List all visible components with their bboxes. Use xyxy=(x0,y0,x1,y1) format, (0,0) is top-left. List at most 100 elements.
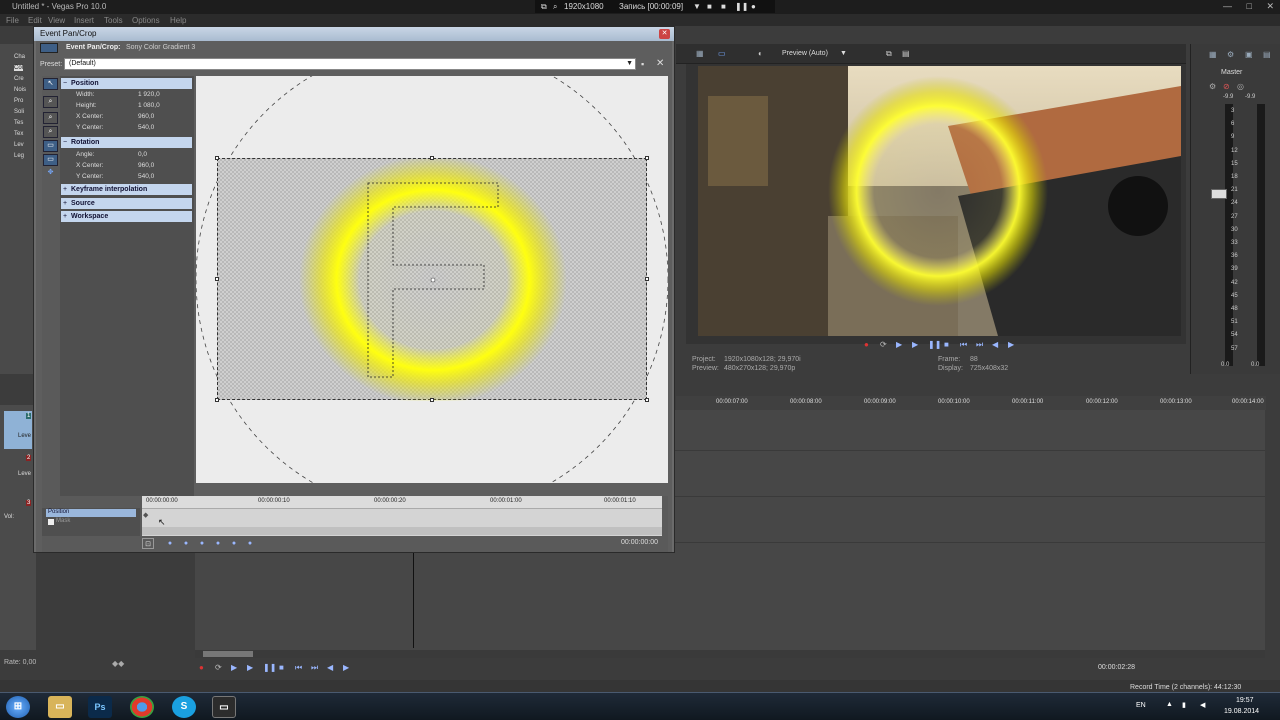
volume-icon[interactable]: ◀ xyxy=(1200,701,1205,709)
menu-file[interactable]: File xyxy=(6,16,19,25)
generator-item[interactable]: Nois xyxy=(14,87,26,93)
menu-help[interactable]: Help xyxy=(170,16,186,25)
timeline-scrollbar[interactable] xyxy=(195,650,1265,658)
magnify-icon[interactable]: ⌕ xyxy=(43,112,58,124)
scrollbar-thumb[interactable] xyxy=(203,651,253,657)
next-frame-icon[interactable]: ▶ xyxy=(1008,340,1014,349)
save-preset-icon[interactable]: ▪ xyxy=(641,59,651,69)
add-keyframe-icon[interactable]: ● xyxy=(196,538,208,549)
external-monitor-icon[interactable]: ▭ xyxy=(718,49,726,58)
resize-handle[interactable] xyxy=(645,156,649,160)
generator-item[interactable]: Tes xyxy=(14,120,23,126)
resize-handle[interactable] xyxy=(645,277,649,281)
zoom-out-icon[interactable]: ⌕ xyxy=(43,126,58,138)
section-workspace[interactable]: + Workspace xyxy=(61,211,192,222)
preview-settings-icon[interactable]: ◐ xyxy=(758,49,763,58)
keyframe-ruler[interactable]: 00:00:00:00 00:00:00:10 00:00:00:20 00:0… xyxy=(142,496,662,508)
crop-frame[interactable] xyxy=(215,156,649,402)
delete-keyframe-icon[interactable]: ● xyxy=(212,538,224,549)
menu-edit[interactable]: Edit xyxy=(28,16,42,25)
resize-handle[interactable] xyxy=(430,156,434,160)
start-button[interactable]: ⊞ xyxy=(6,696,30,718)
generator-item[interactable]: Cre xyxy=(14,76,24,82)
loop-icon[interactable]: ⟳ xyxy=(880,340,887,349)
resize-handle[interactable] xyxy=(215,156,219,160)
chevron-down-icon[interactable]: ▼ xyxy=(626,59,633,69)
play-icon[interactable]: ▶ xyxy=(247,663,253,672)
properties-icon[interactable]: ▦ xyxy=(696,49,704,58)
mixer-tool-icon[interactable]: ▣ xyxy=(1245,50,1253,59)
stop-icon[interactable]: ■ xyxy=(279,663,284,672)
kf-row-mask[interactable]: Mask xyxy=(46,518,136,526)
stop-icon[interactable]: ■ xyxy=(721,2,726,11)
resize-handle[interactable] xyxy=(215,398,219,402)
go-to-end-icon[interactable]: ⏭ xyxy=(311,663,318,673)
grid-icon[interactable]: ▤ xyxy=(902,49,910,58)
preset-select[interactable]: (Default) ▼ xyxy=(64,58,636,70)
dropdown-icon[interactable]: ▼ xyxy=(693,2,701,11)
maximize-icon[interactable]: □ xyxy=(1247,1,1252,11)
volume-fader[interactable] xyxy=(1211,189,1227,199)
record-icon[interactable]: ● xyxy=(199,663,204,672)
camera-icon[interactable]: ■ xyxy=(707,2,712,11)
section-source[interactable]: + Source xyxy=(61,198,192,209)
section-rotation[interactable]: − Rotation xyxy=(61,137,192,148)
move-freely-icon[interactable]: ✥ xyxy=(43,168,58,180)
generator-item[interactable]: Tex xyxy=(14,131,23,137)
preview-quality-select[interactable]: Preview (Auto) xyxy=(782,50,828,57)
size-about-center-icon[interactable]: ▭ xyxy=(43,154,58,166)
next-frame-icon[interactable]: ▶ xyxy=(343,663,349,672)
solo-icon[interactable]: ◎ xyxy=(1237,82,1244,91)
play-from-start-icon[interactable]: ▶ xyxy=(231,663,237,672)
first-keyframe-icon[interactable]: ● xyxy=(164,538,176,549)
clock-time[interactable]: 19:57 xyxy=(1236,697,1254,704)
pause-icon[interactable]: ❚❚ xyxy=(735,2,748,11)
track-header-1[interactable]: 1 Leve xyxy=(4,411,32,449)
minimize-icon[interactable]: — xyxy=(1223,1,1232,11)
delete-preset-icon[interactable]: ✕ xyxy=(656,58,666,69)
chrome-icon[interactable] xyxy=(130,696,154,718)
section-keyframe-interpolation[interactable]: + Keyframe interpolation xyxy=(61,184,192,195)
explorer-icon[interactable]: ▭ xyxy=(48,696,72,718)
zoom-tool-icon[interactable]: ⌕ xyxy=(43,96,58,108)
pause-icon[interactable]: ❚❚ xyxy=(928,340,941,349)
photoshop-icon[interactable]: Ps xyxy=(88,696,112,718)
mixer-tool-icon[interactable]: ▤ xyxy=(1263,50,1271,59)
play-icon[interactable]: ▶ xyxy=(912,340,918,349)
kf-scrollbar[interactable] xyxy=(142,527,662,535)
mixer-tool-icon[interactable]: ⚙ xyxy=(1227,50,1234,59)
menu-view[interactable]: View xyxy=(48,16,65,25)
tray-arrow-icon[interactable]: ▲ xyxy=(1166,701,1173,708)
mixer-tool-icon[interactable]: ▦ xyxy=(1209,50,1217,59)
normal-edit-tool-icon[interactable]: ↖ xyxy=(43,78,58,90)
record-icon[interactable]: ● xyxy=(864,340,869,349)
skype-icon[interactable]: S xyxy=(172,696,196,718)
menu-options[interactable]: Options xyxy=(132,16,160,25)
previous-frame-icon[interactable]: ◀ xyxy=(327,663,333,672)
previous-keyframe-icon[interactable]: ● xyxy=(180,538,192,549)
generator-item[interactable]: Cha xyxy=(14,54,25,60)
clock-date[interactable]: 19.08.2014 xyxy=(1224,708,1259,715)
go-to-end-icon[interactable]: ⏭ xyxy=(976,340,983,350)
keyframe-marker[interactable]: ◆ xyxy=(143,511,148,519)
mute-icon[interactable]: ⊘ xyxy=(1223,82,1230,91)
generator-item[interactable]: Soli xyxy=(14,109,24,115)
copy-snapshot-icon[interactable]: ⧉ xyxy=(886,49,892,59)
loop-icon[interactable]: ⟳ xyxy=(215,663,222,672)
network-icon[interactable]: ▮ xyxy=(1182,701,1186,709)
resize-handle[interactable] xyxy=(645,398,649,402)
kf-row-position[interactable]: Position xyxy=(46,509,136,517)
timeline-ruler[interactable]: 00:00:07:00 00:00:08:00 00:00:09:00 00:0… xyxy=(676,396,1266,410)
generator-item-selected[interactable]: Col xyxy=(14,65,24,71)
lock-aspect-icon[interactable]: ▭ xyxy=(43,140,58,152)
generator-item[interactable]: Pro xyxy=(14,98,23,104)
chevron-down-icon[interactable]: ▼ xyxy=(840,50,847,57)
pause-icon[interactable]: ❚❚ xyxy=(263,663,276,672)
generator-item[interactable]: Lev xyxy=(14,142,24,148)
pan-crop-workspace[interactable] xyxy=(196,76,668,483)
dialog-title-bar[interactable]: Event Pan/Crop ✕ xyxy=(34,27,674,41)
section-position[interactable]: − Position xyxy=(61,78,192,89)
close-icon[interactable]: ✕ xyxy=(1266,1,1274,11)
menu-tools[interactable]: Tools xyxy=(104,16,123,25)
menu-insert[interactable]: Insert xyxy=(74,16,94,25)
